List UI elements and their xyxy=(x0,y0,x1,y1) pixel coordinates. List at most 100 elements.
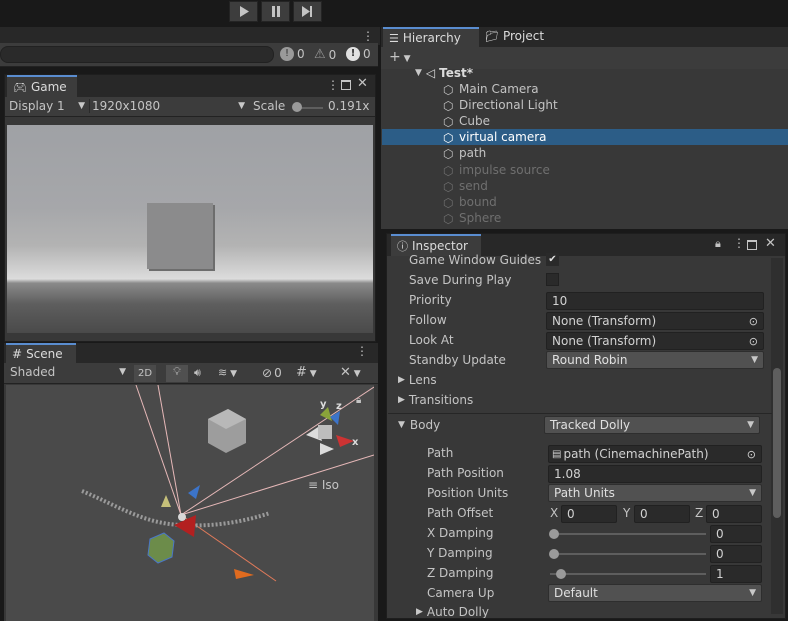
z-damping-slider[interactable] xyxy=(550,573,706,575)
hierarchy-item-bound[interactable]: ⬡ bound xyxy=(443,194,497,210)
offset-z-field[interactable]: 0 xyxy=(706,505,762,523)
close-icon[interactable]: ✕ xyxy=(765,236,776,251)
offset-x-field[interactable]: 0 xyxy=(561,505,617,523)
target-picker-icon[interactable]: ⊙ xyxy=(747,448,756,461)
gameobject-icon: ⬡ xyxy=(443,196,454,210)
body-dropdown[interactable]: Tracked Dolly ▼ xyxy=(544,416,760,434)
path-position-field[interactable]: 1.08 xyxy=(548,465,762,483)
lookat-label: Look At xyxy=(409,333,454,347)
y-damping-slider[interactable] xyxy=(550,553,706,555)
z-damping-field[interactable]: 1 xyxy=(710,565,762,583)
offset-y-field[interactable]: 0 xyxy=(634,505,690,523)
warning-icon: ⚠ xyxy=(314,47,326,62)
tools-icon: ✕ xyxy=(340,365,351,380)
standby-update-dropdown[interactable]: Round Robin ▼ xyxy=(546,351,764,369)
hierarchy-item-virtual-camera[interactable]: ⬡ virtual camera xyxy=(443,129,547,145)
target-picker-icon[interactable]: ⊙ xyxy=(749,315,758,328)
hierarchy-item-directional-light[interactable]: ⬡ Directional Light xyxy=(443,97,558,113)
iso-toggle[interactable]: ≡ Iso xyxy=(308,478,339,492)
tab-scene[interactable]: # Scene xyxy=(6,343,76,363)
lookat-field[interactable]: None (Transform) ⊙ xyxy=(546,332,764,350)
save-during-play-checkbox[interactable] xyxy=(546,273,559,286)
add-button[interactable]: + ▼ xyxy=(389,49,411,65)
transitions-foldout[interactable]: ▶ Transitions xyxy=(398,393,473,407)
auto-dolly-foldout[interactable]: ▶ Auto Dolly xyxy=(416,606,489,618)
maximize-icon[interactable] xyxy=(747,240,757,250)
warn-count-toggle[interactable]: ⚠ 0 xyxy=(314,47,336,62)
hierarchy-item-impulse-source[interactable]: ⬡ impulse source xyxy=(443,162,550,178)
target-picker-icon[interactable]: ⊙ xyxy=(749,335,758,348)
hidden-objects-toggle[interactable]: ⊘ 0 xyxy=(262,366,282,380)
more-menu-icon[interactable]: ⋮ xyxy=(733,236,745,250)
plus-icon: + xyxy=(389,49,401,65)
game-window-guides-checkbox[interactable]: ✔ xyxy=(546,253,559,266)
step-button[interactable] xyxy=(293,1,322,22)
more-menu-icon[interactable]: ⋮ xyxy=(356,344,368,358)
path-field[interactable]: ▤ path (CinemachinePath) ⊙ xyxy=(548,445,762,463)
grid-icon: # xyxy=(296,365,307,380)
scene-canvas xyxy=(81,385,374,582)
display-dropdown[interactable]: Display 1 ▼ xyxy=(9,99,85,113)
chevron-down-icon: ▼ xyxy=(747,420,754,430)
lightbulb-icon: 💡︎ xyxy=(173,365,181,378)
position-units-dropdown[interactable]: Path Units ▼ xyxy=(548,484,762,502)
gameobject-icon: ⬡ xyxy=(443,164,454,178)
x-damping-slider[interactable] xyxy=(550,533,706,535)
more-menu-icon[interactable]: ⋮ xyxy=(327,78,339,92)
camera-up-dropdown[interactable]: Default ▼ xyxy=(548,584,762,602)
grid-dropdown[interactable]: # ▼ xyxy=(296,365,317,380)
camera-up-label: Camera Up xyxy=(427,586,495,600)
body-foldout[interactable]: ▼ Body xyxy=(398,418,440,432)
scale-slider-knob[interactable] xyxy=(292,102,302,112)
play-button[interactable] xyxy=(229,1,258,22)
hierarchy-item-main-camera[interactable]: ⬡ Main Camera xyxy=(443,81,539,97)
checkmark-icon: ✔ xyxy=(548,254,557,265)
gizmo-y-label: y xyxy=(320,399,327,410)
more-menu-icon[interactable]: ⋮ xyxy=(362,29,374,43)
lock-icon[interactable]: 🔒︎ xyxy=(715,237,721,251)
tab-project[interactable]: 📁︎ Project xyxy=(485,29,544,43)
x-damping-field[interactable]: 0 xyxy=(710,525,762,543)
priority-field[interactable]: 10 xyxy=(546,292,764,310)
info-icon: ! xyxy=(280,47,294,61)
z-damping-knob[interactable] xyxy=(556,569,566,579)
y-damping-knob[interactable] xyxy=(549,549,559,559)
scene-viewport[interactable]: y z x 🔒︎ ≡ Iso xyxy=(6,385,374,621)
tab-hierarchy[interactable]: ☰ Hierarchy xyxy=(383,27,479,47)
scrollbar-thumb[interactable] xyxy=(773,368,781,518)
gameobject-icon: ⬡ xyxy=(443,131,454,145)
x-damping-knob[interactable] xyxy=(549,529,559,539)
tab-game[interactable]: 🎮︎ Game xyxy=(7,75,77,97)
console-search-input[interactable] xyxy=(0,46,274,63)
hierarchy-item-path[interactable]: ⬡ path xyxy=(443,145,486,161)
tools-dropdown[interactable]: ✕ ▼ xyxy=(340,365,361,380)
cube-object xyxy=(147,203,213,269)
game-viewport[interactable] xyxy=(7,125,373,333)
lock-icon[interactable]: 🔒︎ xyxy=(356,395,361,406)
grid-icon: # xyxy=(12,347,23,361)
info-count-toggle[interactable]: ! 0 xyxy=(280,47,305,61)
pause-button[interactable] xyxy=(261,1,290,22)
shading-dropdown[interactable]: Shaded ▼ xyxy=(10,365,126,379)
resolution-dropdown[interactable]: 1920x1080 ▼ xyxy=(89,99,245,113)
2d-toggle[interactable]: 2D xyxy=(134,365,156,382)
scene-panel: # Scene ⋮ Shaded ▼ 2D 💡︎ 🔊︎ ≋ ▼ ⊘ 0 # ▼ ✕ … xyxy=(4,343,378,621)
close-icon[interactable]: ✕ xyxy=(357,76,368,91)
maximize-icon[interactable] xyxy=(341,80,351,90)
inspector-scrollbar[interactable] xyxy=(771,258,783,614)
effects-dropdown[interactable]: ≋ ▼ xyxy=(218,366,237,379)
follow-field[interactable]: None (Transform) ⊙ xyxy=(546,312,764,330)
lens-foldout[interactable]: ▶ Lens xyxy=(398,373,437,387)
gizmo-z-label: z xyxy=(336,401,342,412)
follow-label: Follow xyxy=(409,313,447,327)
audio-toggle[interactable]: 🔊︎ xyxy=(194,366,201,380)
main-toolbar xyxy=(0,0,788,27)
y-damping-field[interactable]: 0 xyxy=(710,545,762,563)
lighting-toggle[interactable]: 💡︎ xyxy=(166,365,188,382)
scene-root-item[interactable]: ▼ ◁ Test* xyxy=(415,66,473,80)
error-count-toggle[interactable]: ! 0 xyxy=(346,47,371,61)
folder-icon: 📁︎ xyxy=(485,29,499,43)
hierarchy-item-cube[interactable]: ⬡ Cube xyxy=(443,113,490,129)
hierarchy-item-send[interactable]: ⬡ send xyxy=(443,178,488,194)
hierarchy-item-sphere[interactable]: ⬡ Sphere xyxy=(443,210,501,226)
